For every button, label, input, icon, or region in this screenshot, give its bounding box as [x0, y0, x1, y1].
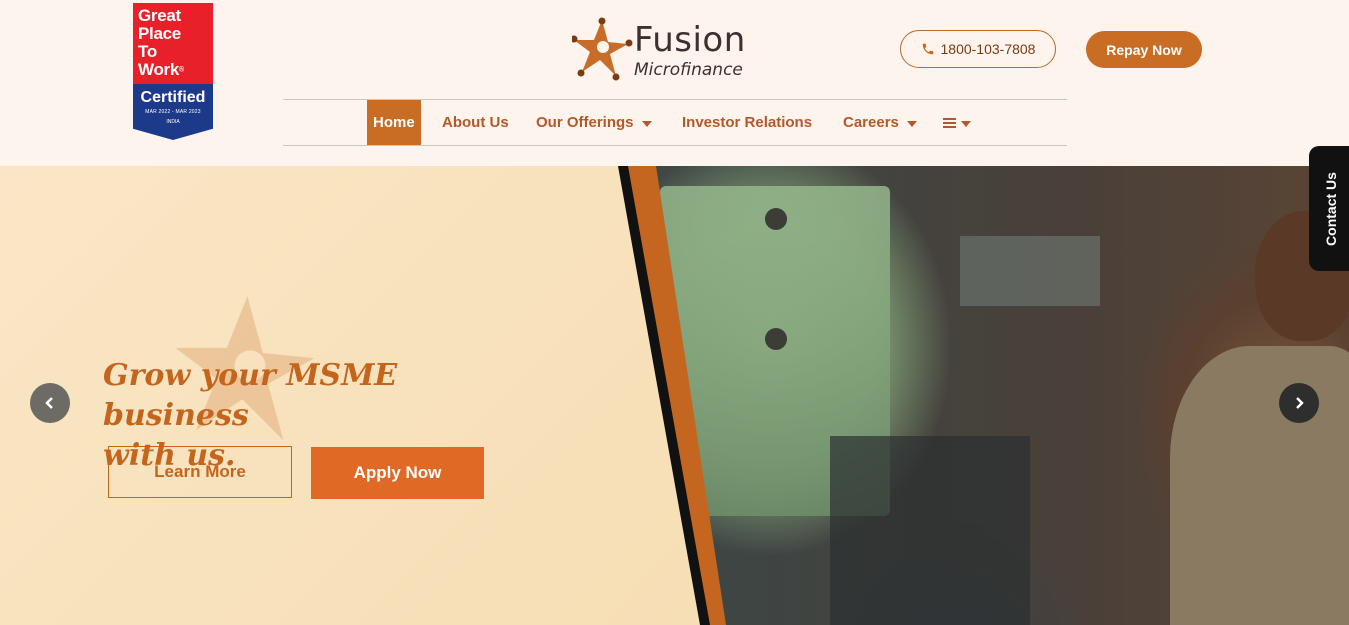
caret-down-icon: [906, 120, 917, 127]
badge-line-4: Work®: [138, 61, 213, 80]
main-nav: Home About Us Our Offerings Investor Rel…: [283, 99, 1067, 146]
hamburger-icon: [943, 116, 956, 130]
chevron-left-icon: [45, 397, 53, 409]
badge-line-1: Great: [138, 6, 181, 25]
repay-now-button[interactable]: Repay Now: [1086, 31, 1202, 68]
nav-label: Investor Relations: [682, 114, 813, 131]
nav-item-home[interactable]: Home: [367, 100, 421, 145]
nav-label: About Us: [442, 114, 509, 131]
nav-item-careers[interactable]: Careers: [843, 100, 917, 145]
apply-now-button[interactable]: Apply Now: [311, 447, 484, 499]
badge-period: MAR 2022 - MAR 2023: [145, 109, 201, 115]
badge-country: INDIA: [166, 119, 180, 125]
contact-us-label: Contact Us: [1323, 171, 1339, 246]
fusion-star-logo: [572, 17, 633, 81]
badge-line-2: Place: [138, 24, 181, 43]
badge-line-4-text: Work: [138, 60, 179, 79]
phone-number: 1800-103-7808: [940, 41, 1036, 57]
great-place-to-work-badge[interactable]: Great Place To Work® Certified MAR 2022 …: [133, 3, 213, 140]
phone-icon: [922, 43, 933, 55]
nav-label: Our Offerings: [536, 114, 634, 131]
caret-down-icon: [961, 120, 971, 127]
nav-label: Home: [373, 114, 415, 131]
badge-title: Great Place To Work®: [133, 3, 213, 84]
badge-certified: Certified MAR 2022 - MAR 2023 INDIA: [133, 84, 213, 140]
fusion-logo[interactable]: Fusion Microfinance: [572, 16, 747, 82]
hero-slider: Grow your MSME business with us. Learn M…: [0, 166, 1349, 625]
slider-prev-button[interactable]: [30, 383, 70, 423]
logo-name: Fusion: [634, 20, 746, 60]
phone-button[interactable]: 1800-103-7808: [900, 30, 1056, 68]
site-header: Great Place To Work® Certified MAR 2022 …: [0, 0, 1349, 166]
nav-more-menu[interactable]: [943, 100, 971, 145]
nav-item-about-us[interactable]: About Us: [442, 100, 509, 145]
nav-item-investor-relations[interactable]: Investor Relations: [682, 100, 812, 145]
slider-next-button[interactable]: [1279, 383, 1319, 423]
nav-label: Careers: [843, 114, 899, 131]
badge-line-3: To: [138, 42, 157, 61]
logo-subtitle: Microfinance: [634, 60, 743, 80]
chevron-right-icon: [1296, 397, 1304, 409]
badge-registered-mark: ®: [179, 66, 184, 74]
badge-certified-label: Certified: [140, 89, 206, 106]
caret-down-icon: [641, 120, 652, 127]
contact-us-tab[interactable]: Contact Us: [1309, 146, 1349, 271]
learn-more-button[interactable]: Learn More: [108, 446, 292, 498]
hero-headline-line-1: Grow your MSME business: [103, 358, 398, 433]
nav-item-our-offerings[interactable]: Our Offerings: [536, 100, 652, 145]
